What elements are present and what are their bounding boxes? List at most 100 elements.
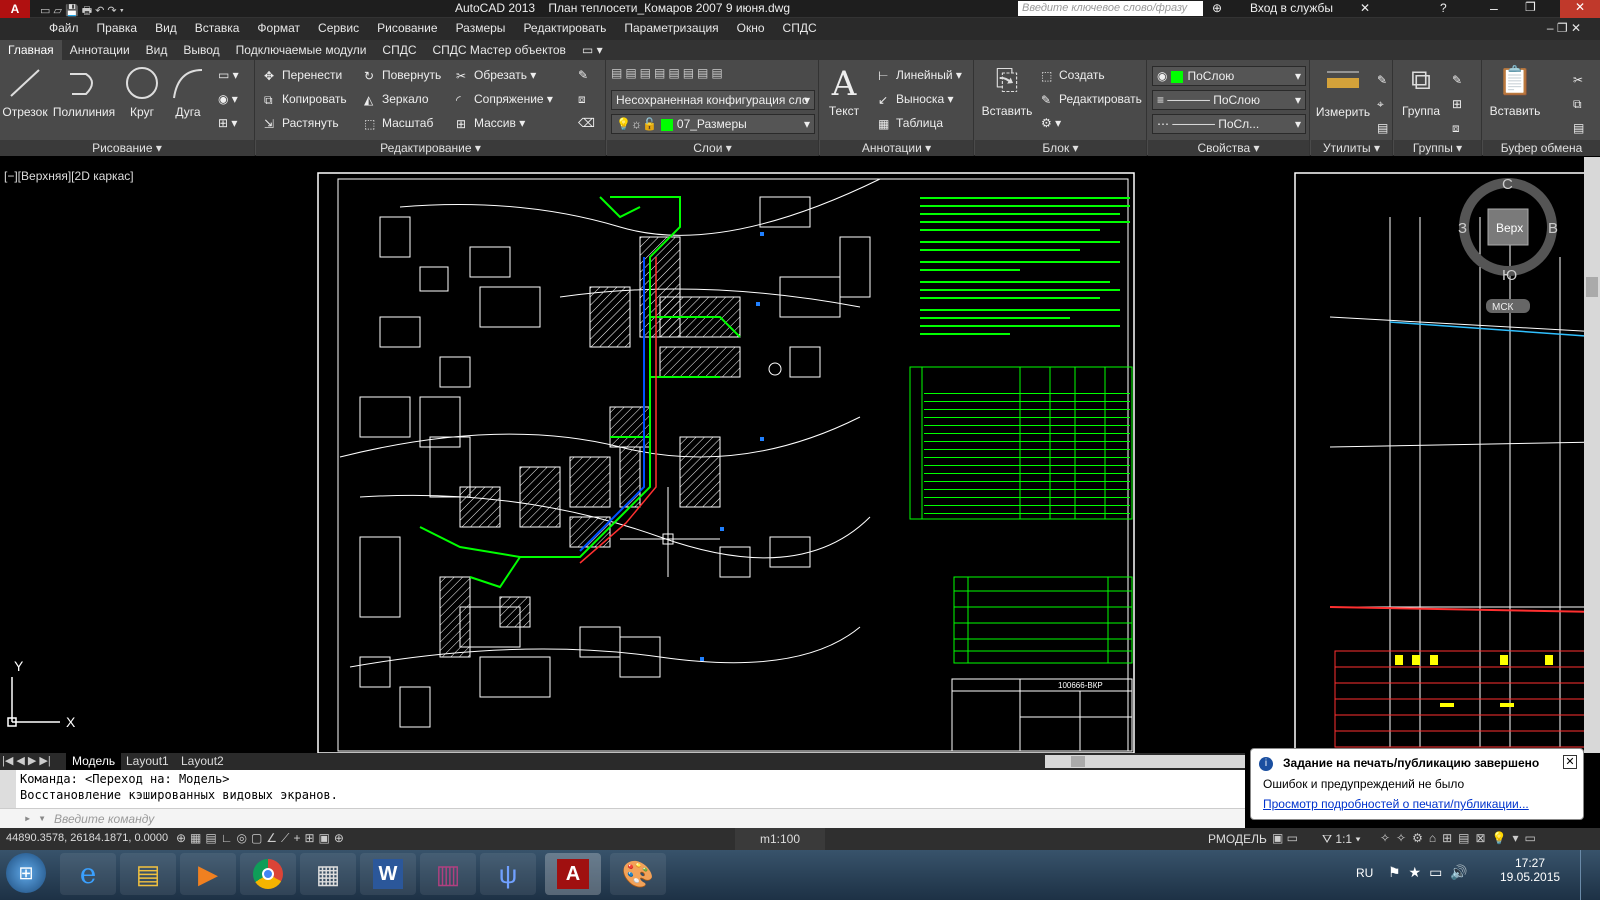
drawing-canvas[interactable]: 100666-ВКР Y X Верх С Ю З В МСК	[0, 157, 1600, 753]
menu-item[interactable]: Файл	[40, 18, 88, 38]
clipboard-tools-icons[interactable]: ✂ ⧉ ▤	[1573, 68, 1584, 140]
ie-taskbar-icon[interactable]: e	[60, 853, 116, 895]
stretch-button[interactable]: ⇲ Растянуть	[264, 116, 339, 131]
region-icon[interactable]: ⊞ ▾	[218, 116, 237, 130]
create-block-button[interactable]: ⬚ Создать	[1041, 68, 1105, 83]
layer-combo[interactable]: 💡☼🔓 07_Размеры ▾	[611, 114, 815, 134]
mirror-button[interactable]: ◭ Зеркало	[364, 92, 429, 107]
help-icon[interactable]: ?	[1440, 1, 1447, 15]
annotation-scale[interactable]: ⛛ 1:1 ▾	[1322, 832, 1360, 847]
h-scroll-thumb[interactable]	[1071, 756, 1085, 767]
menu-item[interactable]: Формат	[248, 18, 309, 38]
ribbon-tab[interactable]: Аннотации	[62, 40, 138, 60]
menu-item[interactable]: Вид	[146, 18, 186, 38]
draw-panel-label[interactable]: Рисование ▾	[0, 140, 254, 156]
menu-item[interactable]: Параметризация	[615, 18, 727, 38]
group-button[interactable]: ⧉ Группа	[1396, 64, 1446, 118]
tab-model[interactable]: Модель	[66, 753, 122, 770]
drawing-viewport[interactable]: [−][Верхняя][2D каркас] 100666-ВКР Y X В…	[0, 157, 1600, 753]
ribbon-tab[interactable]: Подключаемые модули	[228, 40, 375, 60]
menu-item[interactable]: Редактировать	[514, 18, 615, 38]
close-button[interactable]: ✕	[1560, 0, 1600, 18]
model-toggle[interactable]: РМОДЕЛЬ	[1208, 832, 1267, 846]
circle-button[interactable]: Круг	[120, 64, 164, 119]
vertical-scrollbar[interactable]	[1584, 157, 1600, 753]
linear-dim-button[interactable]: ⊢ Линейный ▾	[878, 68, 962, 83]
command-window[interactable]: Команда: <Переход на: Модель> Восстановл…	[0, 770, 1245, 828]
calculator-taskbar-icon[interactable]: ▦	[300, 853, 356, 895]
command-input[interactable]: ▸ ▾ Введите команду	[0, 808, 1245, 828]
annotation-panel-label[interactable]: Аннотации ▾	[820, 140, 973, 156]
print-notification-balloon[interactable]: i Задание на печать/публикацию завершено…	[1250, 748, 1584, 820]
text-button[interactable]: A Текст	[822, 64, 866, 118]
arc-button[interactable]: Дуга	[166, 64, 210, 119]
ribbon-toggle-icon[interactable]: ▭ ▾	[574, 40, 611, 60]
search-input[interactable]: Введите ключевое слово/фразу	[1018, 1, 1203, 16]
menu-item[interactable]: Правка	[88, 18, 147, 38]
lineweight-combo[interactable]: ≡ ───── ПоСлою ▾	[1152, 90, 1306, 110]
minimize-button[interactable]: –	[1490, 0, 1498, 16]
winrar-taskbar-icon[interactable]: ▥	[420, 853, 476, 895]
clock[interactable]: 17:27 19.05.2015	[1500, 856, 1560, 884]
layout-nav-arrows[interactable]: |◀ ◀ ▶ ▶|	[2, 754, 51, 767]
table-button[interactable]: ▦ Таблица	[878, 116, 943, 131]
show-desktop-button[interactable]	[1580, 850, 1600, 900]
hatch-icon[interactable]: ◉ ▾	[218, 92, 238, 106]
tray-icons[interactable]: ⚑★▭🔊	[1388, 864, 1476, 881]
leader-button[interactable]: ↙ Выноска ▾	[878, 92, 953, 107]
attribute-icon[interactable]: ⚙ ▾	[1041, 116, 1061, 130]
edit-block-button[interactable]: ✎ Редактировать	[1041, 92, 1142, 107]
coordinate-readout[interactable]: 44890.3578, 26184.1871, 0.0000	[6, 832, 168, 844]
ribbon-tab[interactable]: Главная	[0, 40, 62, 60]
tab-layout1[interactable]: Layout1	[120, 753, 175, 770]
layers-panel-label[interactable]: Слои ▾	[607, 140, 818, 156]
erase-icon[interactable]: ⌫	[578, 116, 595, 130]
paste-button[interactable]: 📋 Вставить	[1485, 64, 1545, 118]
menu-item[interactable]: СПДС	[774, 18, 826, 38]
rectangle-icon[interactable]: ▭ ▾	[218, 68, 239, 82]
scroll-thumb[interactable]	[1586, 277, 1598, 297]
balloon-details-link[interactable]: Просмотр подробностей о печати/публикаци…	[1263, 797, 1529, 811]
menu-item[interactable]: Сервис	[309, 18, 368, 38]
exchange-icon[interactable]: ✕	[1360, 1, 1370, 15]
binoculars-icon[interactable]: ⊕	[1212, 1, 1222, 15]
language-indicator[interactable]: RU	[1356, 866, 1373, 880]
autocad-taskbar-icon[interactable]: A	[545, 853, 601, 895]
word-taskbar-icon[interactable]: W	[360, 853, 416, 895]
menu-item[interactable]: Окно	[728, 18, 774, 38]
explorer-taskbar-icon[interactable]: ▤	[120, 853, 176, 895]
status-tray-icons[interactable]: ✧✧⚙⌂⊞▤⊠💡▾▭	[1380, 831, 1542, 845]
mdi-window-controls[interactable]: – ❐ ✕	[1538, 18, 1590, 38]
menu-item[interactable]: Рисование	[368, 18, 446, 38]
rotate-button[interactable]: ↻ Повернуть	[364, 68, 441, 83]
drafting-toggles[interactable]: ⊕▦▤∟◎▢∠⟋+⊞▣⊕	[176, 831, 348, 846]
balloon-close-button[interactable]: ✕	[1563, 755, 1577, 769]
ribbon-tab[interactable]: СПДС	[374, 40, 424, 60]
scale-button[interactable]: ⬚ Масштаб	[364, 116, 433, 131]
layer-state-combo[interactable]: Несохраненная конфигурация сло ▾	[611, 90, 815, 110]
ribbon-tab[interactable]: Вывод	[175, 40, 227, 60]
measure-button[interactable]: Измерить	[1313, 64, 1373, 119]
modify-panel-label[interactable]: Редактирование ▾	[256, 140, 605, 156]
autocad-logo-icon[interactable]: A	[0, 0, 30, 18]
color-combo[interactable]: ◉ ПоСлою ▾	[1152, 66, 1306, 86]
insert-block-button[interactable]: ⎘ Вставить	[979, 64, 1035, 118]
move-button[interactable]: ✥ Перенести	[264, 68, 342, 83]
brush-icon[interactable]: ✎	[578, 68, 588, 82]
tab-layout2[interactable]: Layout2	[175, 753, 230, 770]
maximize-button[interactable]: ❐	[1525, 0, 1536, 14]
quick-access-toolbar[interactable]: ▭ ▱ 💾 🖶 ↶ ↷ ▾	[40, 2, 220, 17]
groups-panel-label[interactable]: Группы ▾	[1394, 140, 1481, 156]
copy-button[interactable]: ⧉ Копировать	[264, 92, 347, 107]
line-button[interactable]: Отрезок	[2, 64, 48, 119]
app-taskbar-icon[interactable]: ψ	[480, 853, 536, 895]
clipboard-panel-label[interactable]: Буфер обмена	[1483, 140, 1600, 156]
group-tools-icons[interactable]: ✎ ⊞ ⧈	[1452, 68, 1462, 140]
chrome-taskbar-icon[interactable]	[240, 853, 296, 895]
trim-button[interactable]: ✂ Обрезать ▾	[456, 68, 536, 83]
media-player-taskbar-icon[interactable]: ▶	[180, 853, 236, 895]
menu-item[interactable]: Размеры	[447, 18, 515, 38]
sign-in-button[interactable]: Вход в службы	[1250, 1, 1333, 15]
layout-icons[interactable]: ▣ ▭	[1272, 831, 1298, 845]
layer-tools-icon[interactable]: ▤▤▤▤▤▤▤▤	[611, 66, 726, 80]
